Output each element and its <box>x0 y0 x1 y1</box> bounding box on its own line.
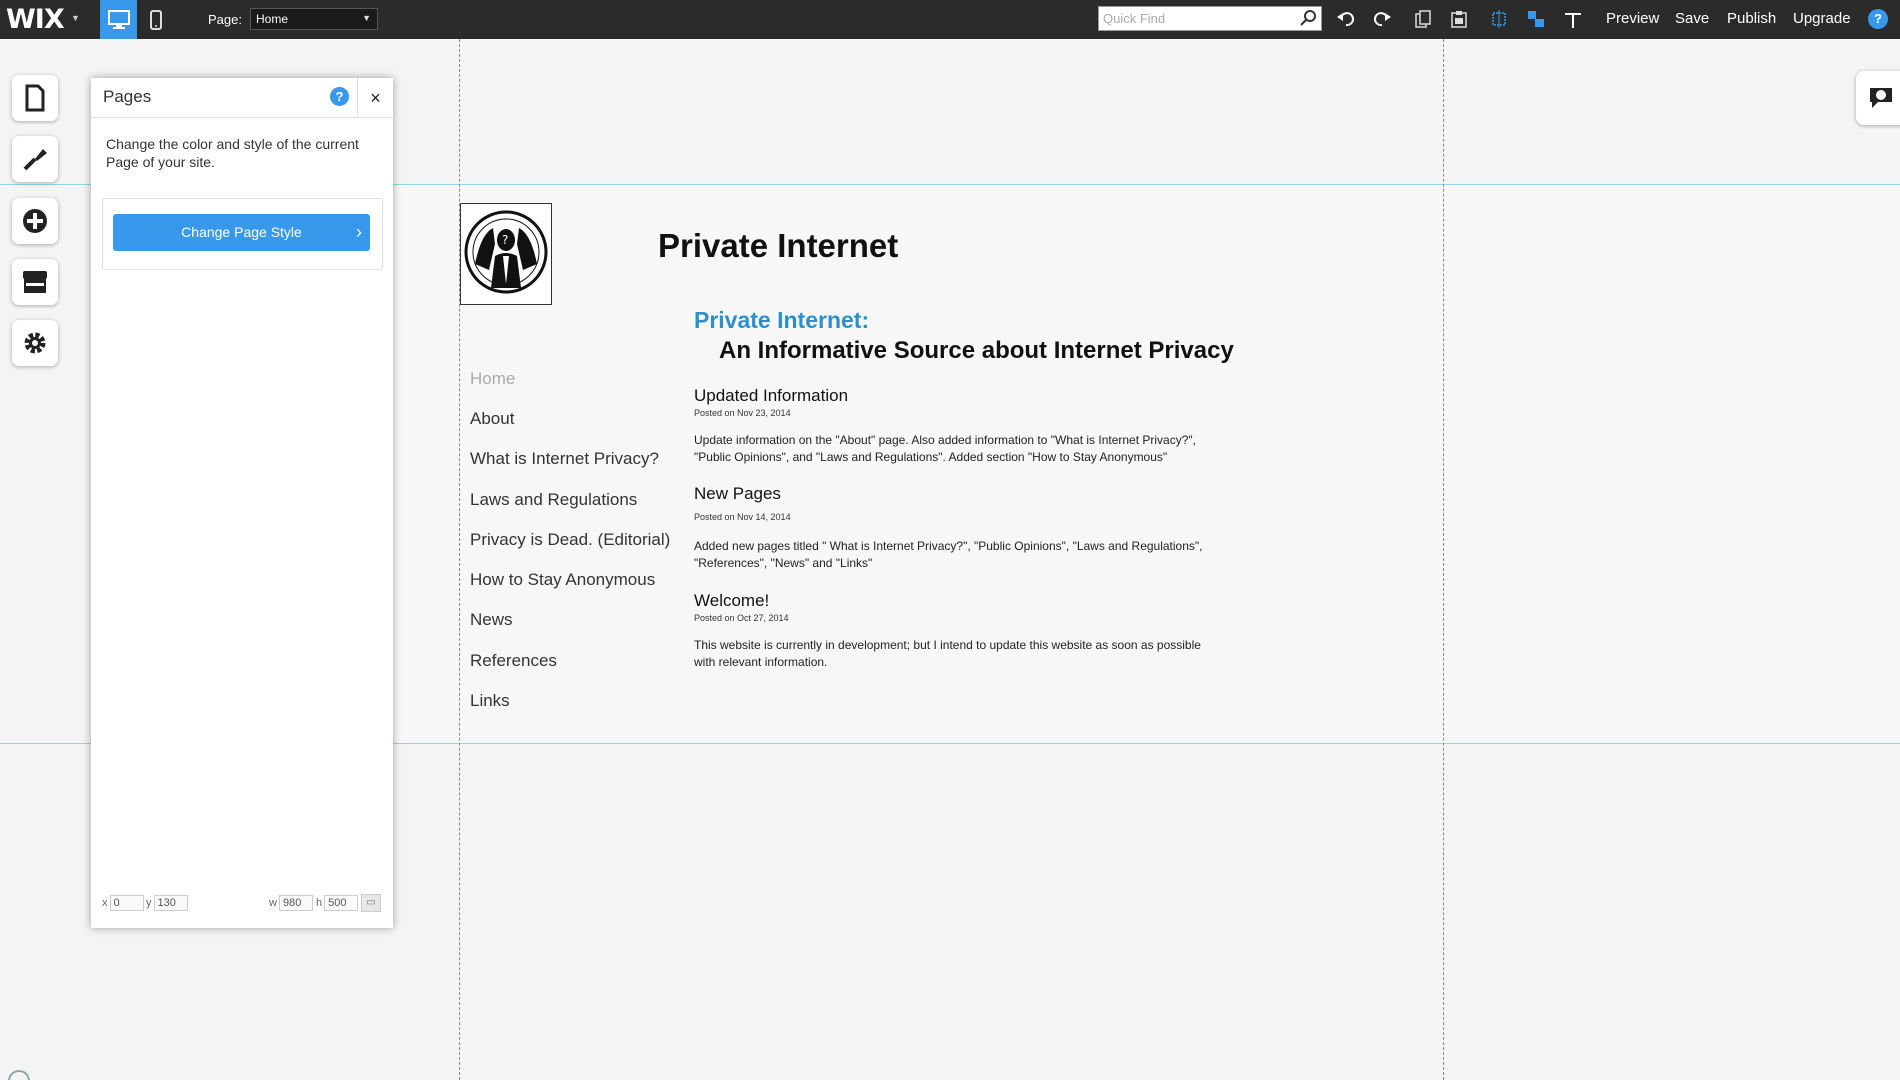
width-field: w 980 <box>269 895 313 911</box>
post-title[interactable]: New Pages <box>694 484 781 504</box>
y-label: y <box>146 897 152 909</box>
post-date: Posted on Oct 27, 2014 <box>694 613 789 623</box>
page-select-value: Home <box>256 12 289 26</box>
chevron-right-icon: › <box>356 222 362 242</box>
top-bar: WIX ▼ Page: Home ▼ Quick Find Preview Sa… <box>0 0 1900 39</box>
store-icon <box>23 271 47 293</box>
height-input[interactable]: 500 <box>324 895 359 911</box>
nav-item-links[interactable]: Links <box>470 691 510 711</box>
paintbrush-icon <box>23 149 47 171</box>
speech-bubble-icon <box>1870 88 1892 108</box>
post-date: Posted on Nov 14, 2014 <box>694 512 791 522</box>
panel-close-button[interactable]: × <box>357 78 393 118</box>
wix-logo[interactable]: WIX <box>6 4 65 35</box>
change-page-style-label: Change Page Style <box>181 224 302 240</box>
post-title[interactable]: Welcome! <box>694 591 769 611</box>
quick-find-placeholder: Quick Find <box>1103 11 1166 26</box>
panel-header: Pages ? × <box>91 78 393 118</box>
post-body: Added new pages titled " What is Interne… <box>694 539 1203 570</box>
upgrade-button[interactable]: Upgrade <box>1793 10 1851 27</box>
position-toolbar: x 0 y 130 w 980 h 500 ▭ <box>91 894 393 914</box>
ruler-icon[interactable] <box>1561 8 1585 30</box>
snap-to-objects-icon[interactable] <box>1524 8 1548 30</box>
settings-tool-button[interactable] <box>12 320 58 366</box>
gear-icon <box>24 332 46 354</box>
redo-icon[interactable] <box>1370 8 1394 30</box>
page-label: Page: <box>208 12 242 27</box>
anonymous-emblem-icon: ? <box>464 210 548 294</box>
right-margin-guide <box>1443 39 1444 1080</box>
height-field: h 500 <box>316 895 359 911</box>
add-tool-button[interactable] <box>12 198 58 244</box>
pages-panel: Pages ? × Change the color and style of … <box>91 78 393 928</box>
page-icon <box>25 84 45 112</box>
post-body: This website is currently in development… <box>694 638 1201 669</box>
site-title[interactable]: Private Internet <box>658 227 898 265</box>
mobile-view-button[interactable] <box>137 0 174 39</box>
undo-icon[interactable] <box>1334 8 1358 30</box>
y-input[interactable]: 130 <box>153 895 188 911</box>
w-label: w <box>269 897 277 909</box>
copy-icon[interactable] <box>1411 8 1435 30</box>
save-button[interactable]: Save <box>1675 10 1709 27</box>
status-ring-icon <box>8 1070 30 1080</box>
panel-help-button[interactable]: ? <box>330 87 349 106</box>
site-tagline[interactable]: An Informative Source about Internet Pri… <box>719 337 1234 365</box>
desktop-view-button[interactable] <box>100 0 137 39</box>
post-date: Posted on Nov 23, 2014 <box>694 408 791 418</box>
logo-menu-chevron-icon[interactable]: ▼ <box>71 13 80 23</box>
add-icon <box>23 209 47 233</box>
desktop-icon <box>107 9 130 29</box>
site-logo-image[interactable]: ? <box>460 203 552 305</box>
design-tool-button[interactable] <box>12 136 58 182</box>
search-icon[interactable] <box>1300 9 1317 29</box>
app-market-button[interactable] <box>12 259 58 305</box>
lock-size-icon[interactable]: ▭ <box>361 894 381 912</box>
svg-text:?: ? <box>502 233 508 247</box>
publish-button[interactable]: Publish <box>1727 10 1776 27</box>
paste-icon[interactable] <box>1447 8 1471 30</box>
nav-item-about[interactable]: About <box>470 409 514 429</box>
nav-item-how-to-stay-anonymous[interactable]: How to Stay Anonymous <box>470 570 655 590</box>
help-button[interactable]: ? <box>1868 9 1888 29</box>
preview-button[interactable]: Preview <box>1606 10 1659 27</box>
panel-description: Change the color and style of the curren… <box>106 136 359 170</box>
y-coordinate: y 130 <box>146 895 188 911</box>
gridlines-icon[interactable] <box>1487 8 1511 30</box>
nav-item-laws-and-regulations[interactable]: Laws and Regulations <box>470 490 637 510</box>
pages-tool-button[interactable] <box>12 75 58 121</box>
post-title[interactable]: Updated Information <box>694 386 848 406</box>
change-page-style-button[interactable]: Change Page Style › <box>113 214 370 251</box>
panel-title: Pages <box>103 87 152 106</box>
nav-item-news[interactable]: News <box>470 610 513 630</box>
nav-item-what-is-internet-privacy[interactable]: What is Internet Privacy? <box>470 449 659 469</box>
left-margin-guide <box>459 39 460 1080</box>
h-label: h <box>316 897 323 909</box>
width-input[interactable]: 980 <box>278 895 313 911</box>
nav-item-home[interactable]: Home <box>470 369 515 389</box>
page-select[interactable]: Home ▼ <box>250 8 378 30</box>
nav-item-references[interactable]: References <box>470 651 557 671</box>
help-chat-button[interactable] <box>1856 71 1900 125</box>
post-body: Update information on the "About" page. … <box>694 433 1196 464</box>
quick-find-input[interactable]: Quick Find <box>1098 6 1322 31</box>
panel-action-box: Change Page Style › <box>102 198 383 270</box>
x-input[interactable]: 0 <box>109 895 144 911</box>
x-coordinate: x 0 <box>102 895 144 911</box>
chevron-down-icon: ▼ <box>362 13 371 23</box>
x-label: x <box>102 897 108 909</box>
nav-item-privacy-is-dead[interactable]: Privacy is Dead. (Editorial) <box>470 530 670 550</box>
mobile-icon <box>149 9 162 30</box>
site-subtitle[interactable]: Private Internet: <box>694 307 869 334</box>
